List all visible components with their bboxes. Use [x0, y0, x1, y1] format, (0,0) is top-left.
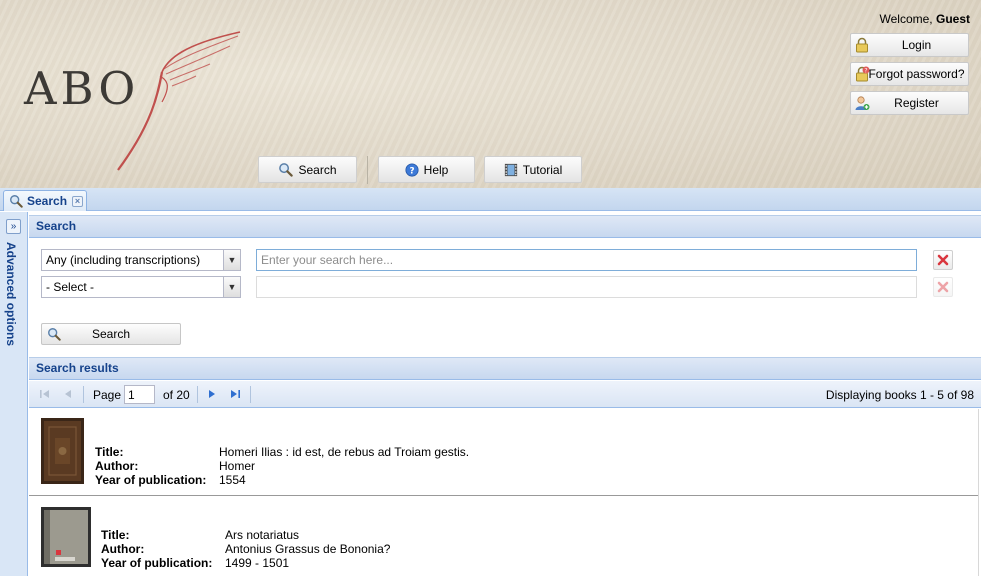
results-pager: Page of 20 Displaying books 1 - 5 of 98 — [29, 381, 981, 408]
svg-text:?: ? — [864, 67, 867, 74]
advanced-options-panel: » Advanced options — [0, 212, 28, 576]
login-button[interactable]: Login — [850, 33, 969, 57]
svg-text:?: ? — [409, 166, 414, 176]
welcome-message: Welcome, Guest — [879, 12, 970, 26]
search-input-1[interactable] — [256, 249, 917, 271]
book-author: Homer — [219, 459, 256, 473]
book-title: Homeri Ilias : id est, de rebus ad Troia… — [219, 445, 470, 459]
list-item[interactable]: Title: Ars notariatus Author: Antonius Gra… — [29, 496, 978, 576]
page-label: Page — [93, 388, 122, 402]
nav-search-button[interactable]: Search — [258, 156, 357, 183]
lock-icon — [856, 37, 868, 53]
chevron-down-icon[interactable]: ▼ — [223, 250, 240, 270]
list-item[interactable]: Title: Homeri Ilias : id est, de rebus ad… — [29, 409, 978, 495]
expand-panel-icon[interactable]: » — [6, 219, 21, 234]
book-cover-thumbnail[interactable] — [41, 418, 84, 484]
page-total-label: of 20 — [163, 388, 190, 402]
nav-tutorial-button[interactable]: Tutorial — [484, 156, 582, 183]
film-icon — [504, 163, 517, 176]
nav-separator — [367, 156, 368, 184]
nav-help-button[interactable]: ? Help — [378, 156, 475, 183]
display-count-text: Displaying books 1 - 5 of 98 — [825, 388, 974, 402]
first-page-icon[interactable] — [38, 387, 52, 401]
tab-search[interactable]: Search × — [3, 190, 87, 211]
page-number-input[interactable] — [124, 385, 155, 404]
search-results-header: Search results — [29, 357, 981, 380]
user-add-icon — [855, 96, 870, 110]
magnifier-icon — [48, 328, 61, 341]
book-year: 1554 — [219, 473, 246, 487]
help-icon: ? — [405, 162, 419, 177]
search-field-select-1[interactable]: Any (including transcriptions) ▼ — [41, 249, 241, 271]
last-page-icon[interactable] — [228, 387, 242, 401]
magnifier-icon — [279, 163, 294, 177]
search-field-select-2[interactable]: - Select - ▼ — [41, 276, 241, 298]
forgot-password-button[interactable]: ? Forgot password? — [850, 62, 969, 86]
tab-strip: Search × — [0, 188, 981, 211]
search-submit-button[interactable]: Search — [41, 323, 181, 345]
results-scroll-edge — [978, 409, 979, 576]
delete-x-icon — [937, 254, 949, 266]
next-page-icon[interactable] — [205, 387, 219, 401]
book-author: Antonius Grassus de Bononia? — [225, 542, 391, 556]
quill-swash-icon — [117, 31, 241, 171]
book-cover-thumbnail[interactable] — [41, 507, 91, 567]
book-year: 1499 - 1501 — [225, 556, 290, 570]
register-button[interactable]: Register — [850, 91, 969, 115]
lock-question-icon: ? — [856, 66, 870, 82]
tab-close-icon[interactable]: × — [72, 195, 84, 207]
site-header: ABO Welcome, Guest Login ? Forgot passwo… — [0, 0, 981, 188]
chevron-down-icon[interactable]: ▼ — [223, 277, 240, 297]
remove-criterion-button-2[interactable] — [933, 277, 953, 297]
delete-x-icon — [937, 281, 949, 293]
magnifier-icon — [10, 195, 23, 208]
remove-criterion-button-1[interactable] — [933, 250, 953, 270]
prev-page-icon[interactable] — [61, 387, 75, 401]
username: Guest — [935, 12, 970, 26]
book-title: Ars notariatus — [225, 528, 300, 542]
search-main-panel: Search Any (including transcriptions) ▼ … — [29, 212, 981, 576]
tab-label: Search — [27, 194, 68, 208]
advanced-options-title[interactable]: Advanced options — [4, 242, 18, 346]
search-section-header: Search — [29, 215, 981, 238]
search-input-2[interactable] — [256, 276, 917, 298]
